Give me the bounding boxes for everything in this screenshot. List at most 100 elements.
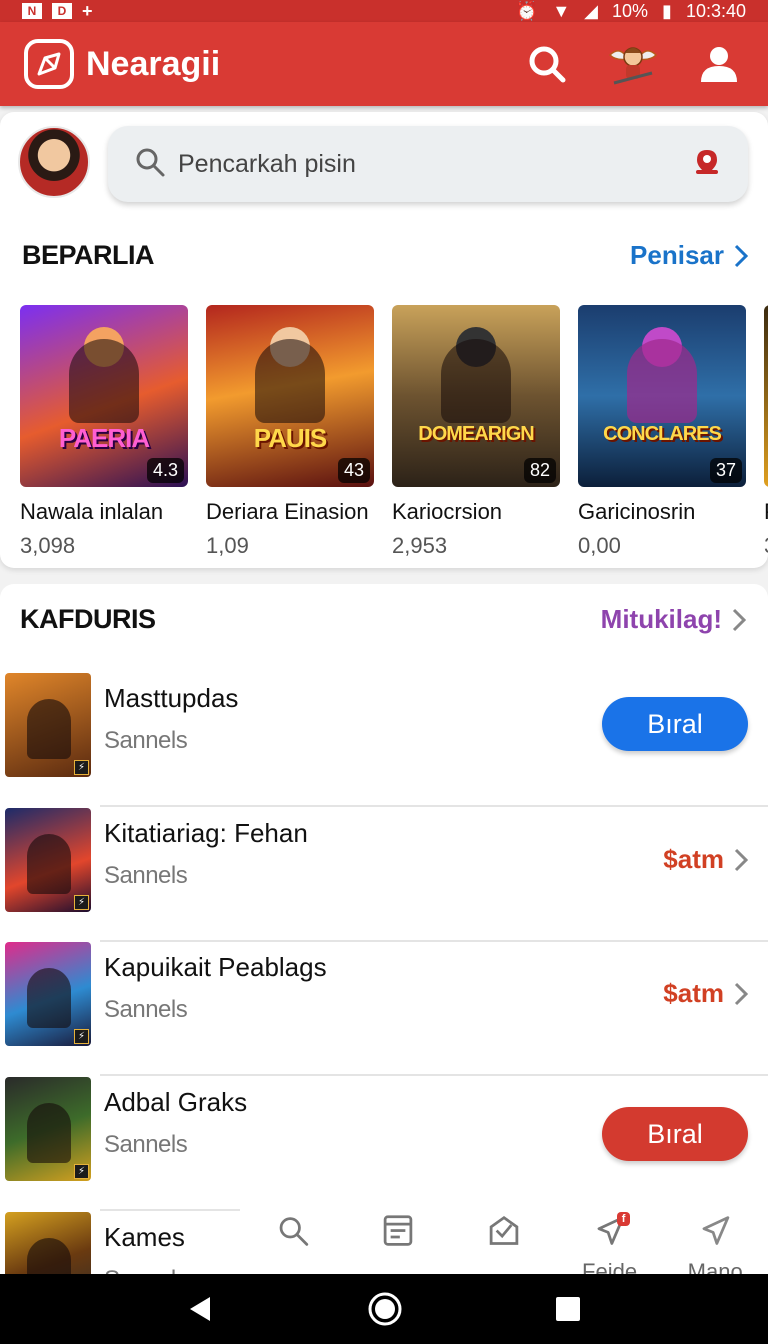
list-see-all-link[interactable]: Mitukilag!	[601, 604, 746, 635]
notification-n-icon: N	[22, 3, 42, 19]
list-section-header: KAFDURIS Mitukilag!	[20, 604, 746, 635]
game-thumbnail	[764, 305, 768, 487]
list-item[interactable]: ⚡ Adbal Graks Sannels Bıral	[0, 1077, 768, 1211]
list-item[interactable]: ⚡ Kitatiariag: Fehan Sannels $atm	[0, 808, 768, 942]
rating-badge: 4.3	[146, 458, 184, 483]
featured-card: Pencarkah pisin BEPARLIA Penisar PAERIA …	[0, 112, 768, 568]
game-name: Kariocrsion	[392, 499, 503, 524]
list-section-title: KAFDURIS	[20, 604, 156, 634]
game-card[interactable]: CONCLARES 37 Garicinosrin 0,00	[578, 305, 746, 559]
price-link[interactable]: $atm	[663, 844, 748, 875]
back-icon[interactable]	[186, 1294, 216, 1324]
notification-d-icon: D	[52, 3, 72, 19]
search-icon	[134, 146, 166, 183]
game-count: 3,098	[20, 533, 76, 558]
rating-badge: 37	[709, 458, 742, 483]
game-thumbnail: DOMEARIGN 82	[392, 305, 560, 487]
list-see-all-label: Mitukilag!	[600, 604, 722, 634]
game-art-title: CONCLARES	[603, 423, 722, 445]
battery-icon: ▮	[662, 0, 672, 21]
featured-section-title: BEPARLIA	[22, 240, 155, 270]
chevron-right-icon	[734, 848, 748, 871]
profile-icon[interactable]	[694, 39, 744, 89]
list-item-subtitle: Sannels	[104, 996, 188, 1023]
list-item-subtitle: Sannels	[104, 727, 188, 754]
home-icon[interactable]	[367, 1291, 403, 1327]
search-icon	[279, 1217, 308, 1246]
game-card[interactable]: PAERIA 4.3 Nawala inlalan 3,098	[20, 305, 188, 559]
divider	[100, 805, 768, 807]
nav-label: Mano	[687, 1261, 743, 1274]
mascot-icon[interactable]	[606, 37, 660, 91]
app-bar: Nearagii	[0, 22, 768, 106]
game-name: Garicinosrin	[578, 499, 696, 524]
list-item-title: Kapuikait Peablags	[104, 952, 327, 982]
nav-item-search[interactable]	[240, 1204, 346, 1274]
game-icon: ⚡	[5, 808, 91, 912]
featured-see-all-link[interactable]: Penisar	[630, 240, 748, 271]
game-count: 0,00	[578, 533, 621, 558]
game-art-title: PAUIS	[253, 423, 328, 453]
game-card[interactable]: PAUIS 43 Deriara Einasion 1,09	[206, 305, 374, 559]
game-card[interactable]: DOMEARIGN 82 Kariocrsion 2,953	[392, 305, 560, 559]
featured-section-header: BEPARLIA Penisar	[22, 240, 748, 271]
alarm-icon: ⏰	[515, 0, 539, 21]
recents-icon[interactable]	[554, 1295, 582, 1323]
list-card: KAFDURIS Mitukilag! ⚡ Masttupdas Sannels…	[0, 584, 768, 1284]
status-left-icons: N D +	[22, 1, 93, 22]
game-count: 1,09	[206, 533, 249, 558]
game-count: 3	[764, 533, 768, 559]
notification-badge: f	[616, 1212, 631, 1226]
bottom-navigation: f Feide Mano	[240, 1204, 768, 1274]
notification-plus-icon: +	[82, 0, 93, 21]
chevron-right-icon	[734, 982, 748, 1005]
nav-item-inbox[interactable]	[451, 1204, 557, 1274]
avatar[interactable]	[18, 126, 90, 198]
game-icon: ⚡	[5, 942, 91, 1046]
chevron-right-icon	[732, 608, 746, 631]
game-name: Deriara Einasion	[206, 499, 369, 524]
price-link[interactable]: $atm	[663, 978, 748, 1009]
game-name: Nawala inlalan	[20, 499, 164, 524]
featured-games-row: PAERIA 4.3 Nawala inlalan 3,098 PAUIS 43…	[20, 305, 768, 559]
game-art-title: DOMEARIGN	[418, 423, 534, 445]
game-thumbnail: CONCLARES 37	[578, 305, 746, 487]
nav-item-mano[interactable]: Mano	[662, 1204, 768, 1274]
rating-badge: 43	[337, 458, 370, 483]
logo-icon[interactable]	[24, 39, 74, 89]
list-item-title: Kitatiariag: Fehan	[104, 818, 308, 848]
signal-icon: ◢	[584, 0, 598, 21]
game-count: 2,953	[392, 533, 448, 558]
location-pin-icon[interactable]	[692, 147, 722, 182]
inbox-icon	[489, 1215, 519, 1245]
list-item-title: Adbal Graks	[104, 1087, 248, 1117]
app-title: Nearagii	[86, 44, 221, 83]
game-art-title: PAERIA	[58, 423, 150, 453]
star-outline-icon	[702, 1216, 730, 1245]
battery-level: 10%	[612, 0, 649, 21]
list-item-subtitle: Sannels	[104, 862, 188, 889]
list-icon	[384, 1215, 413, 1246]
game-name: P	[764, 499, 768, 525]
list-item-title: Kames	[104, 1222, 185, 1252]
featured-see-all-label: Penisar	[630, 240, 724, 270]
nav-label: Feide	[582, 1261, 638, 1274]
divider	[100, 1074, 768, 1076]
clock: 10:3:40	[685, 0, 746, 21]
list-item[interactable]: ⚡ Masttupdas Sannels Bıral	[0, 673, 768, 807]
install-button[interactable]: Bıral	[602, 1107, 748, 1161]
app-bar-actions	[522, 37, 744, 91]
list-item-title: Masttupdas	[104, 683, 239, 713]
status-bar: N D + ⏰ ▼ ◢ 10% ▮ 10:3:40	[0, 0, 768, 22]
search-icon[interactable]	[522, 39, 572, 89]
search-placeholder: Pencarkah pisin	[178, 149, 356, 178]
install-button[interactable]: Bıral	[602, 697, 748, 751]
system-navigation-bar	[0, 1274, 768, 1344]
nav-item-feide[interactable]: f Feide	[557, 1204, 663, 1274]
game-card-peek[interactable]: P 3	[764, 305, 768, 559]
game-thumbnail: PAUIS 43	[206, 305, 374, 487]
nav-item-list[interactable]	[346, 1204, 452, 1274]
list-item[interactable]: ⚡ Kapuikait Peablags Sannels $atm	[0, 942, 768, 1076]
chevron-right-icon	[734, 244, 748, 267]
search-input[interactable]: Pencarkah pisin	[108, 126, 748, 202]
